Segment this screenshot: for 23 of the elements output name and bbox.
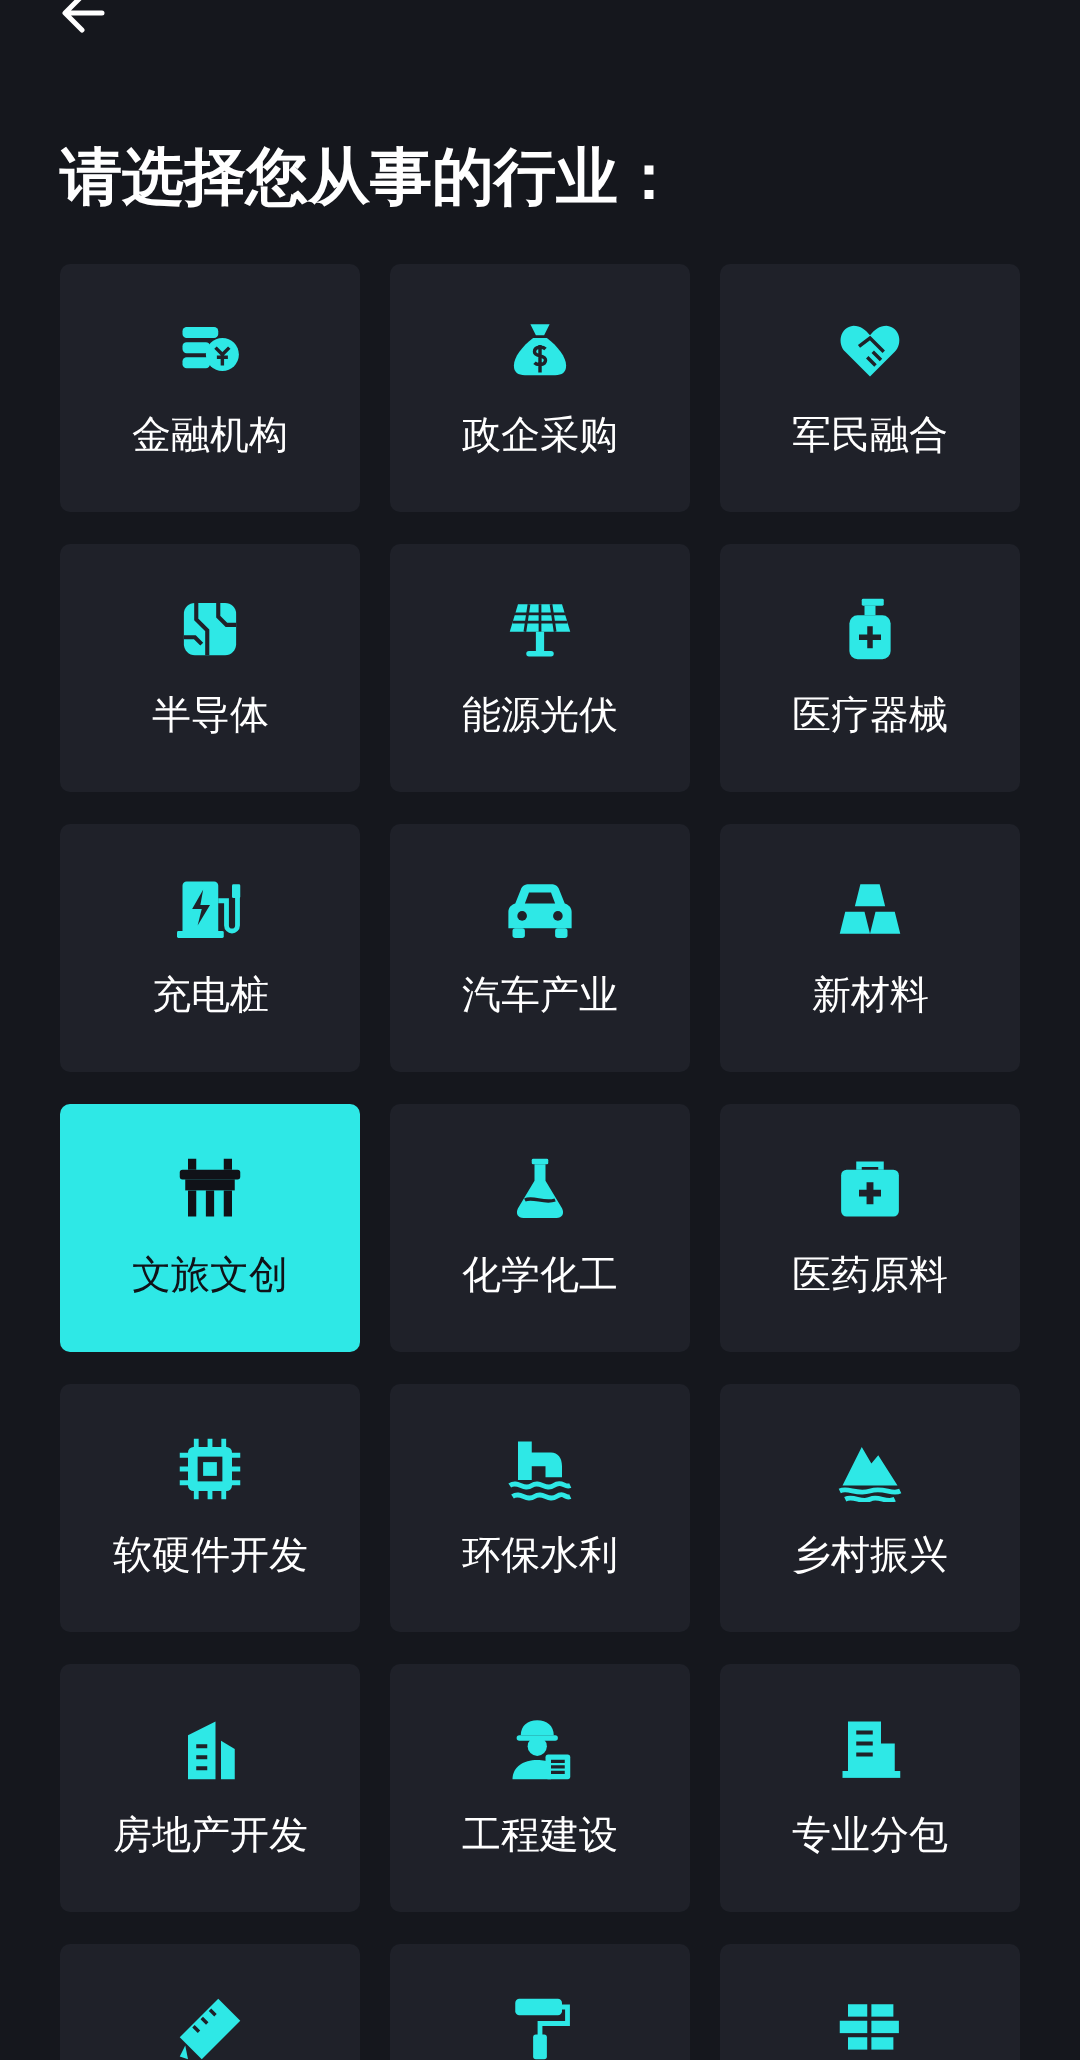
back-arrow-icon [60, 0, 106, 34]
back-button[interactable] [60, 0, 106, 34]
industry-tile[interactable]: 房地产开发 [60, 1664, 360, 1912]
industry-tile[interactable]: 政企采购 [390, 264, 690, 512]
industry-tile[interactable]: 医药原料 [720, 1104, 1020, 1352]
industry-tile[interactable]: 医疗器械 [720, 544, 1020, 792]
industry-tile[interactable]: 软硬件开发 [60, 1384, 360, 1632]
industry-tile[interactable]: 工程建设 [390, 1664, 690, 1912]
industry-tile[interactable]: 文旅文创 [60, 1104, 360, 1352]
pencil-ruler-icon [177, 1996, 243, 2060]
industry-tile[interactable]: 环保水利 [390, 1384, 690, 1632]
industry-tile[interactable]: 军民融合 [720, 264, 1020, 512]
industry-tile[interactable]: 乡村振兴 [720, 1384, 1020, 1632]
page-title: 请选择您从事的行业： [60, 146, 681, 208]
industry-tile[interactable]: 金融机构 [60, 264, 360, 512]
industry-tile[interactable]: 专业分包 [720, 1664, 1020, 1912]
industry-tile[interactable]: 能源光伏 [390, 544, 690, 792]
industry-tile[interactable]: 化学化工 [390, 1104, 690, 1352]
industry-tile[interactable]: 充电桩 [60, 824, 360, 1072]
chip-icon [177, 1436, 243, 1502]
industry-tile[interactable]: 新材料 [720, 824, 1020, 1072]
industry-tile[interactable]: 半导体 [60, 544, 360, 792]
industry-tile[interactable]: 汽车产业 [390, 824, 690, 1072]
